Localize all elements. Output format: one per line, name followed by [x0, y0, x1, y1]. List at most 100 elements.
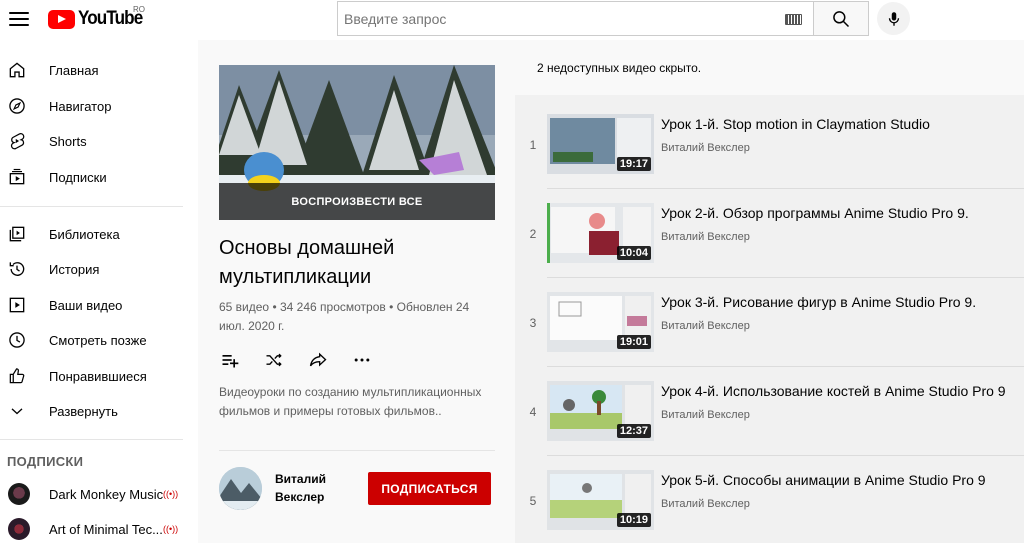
watch-later-icon [7, 330, 27, 350]
youtube-play-icon [48, 9, 75, 29]
home-icon [7, 60, 27, 80]
shorts-icon [7, 131, 27, 151]
sidebar-item-label: Shorts [49, 133, 87, 149]
video-duration: 19:17 [616, 157, 651, 171]
your-videos-icon [7, 295, 27, 315]
video-thumbnail[interactable]: 10:04 [547, 203, 654, 263]
live-indicator-icon: ((•)) [163, 524, 179, 534]
video-thumbnail[interactable]: 19:01 [547, 292, 654, 352]
channel-avatar [8, 518, 30, 540]
video-index: 3 [529, 316, 537, 330]
chevron-down-icon [7, 401, 27, 421]
video-title[interactable]: Урок 3-й. Рисование фигур в Anime Studio… [661, 294, 976, 310]
video-channel[interactable]: Виталий Векслер [661, 498, 750, 510]
more-options-icon[interactable] [351, 349, 373, 371]
sidebar-item-history[interactable]: История [0, 251, 198, 287]
subscription-name: Art of Minimal Tec... [49, 521, 163, 537]
hamburger-menu-icon[interactable] [8, 8, 30, 30]
playlist-title: Основы домашней мультипликации [219, 237, 395, 288]
sidebar-item-label: Ваши видео [49, 297, 123, 313]
add-to-playlist-icon[interactable] [219, 349, 241, 371]
sidebar-item-home[interactable]: Главная [0, 52, 198, 88]
sidebar-item-liked[interactable]: Понравившиеся [0, 358, 198, 394]
video-title[interactable]: Урок 4-й. Использование костей в Anime S… [661, 383, 1006, 399]
library-icon [7, 224, 27, 244]
owner-divider [219, 450, 495, 451]
subscription-name: Dark Monkey Music [49, 486, 164, 502]
owner-name[interactable]: Виталий Векслер [275, 470, 347, 506]
sidebar-item-label: Подписки [49, 169, 107, 185]
search-icon [833, 10, 850, 27]
history-icon [7, 259, 27, 279]
sidebar: Главная Навигатор Shorts Подписки Библио… [0, 40, 198, 543]
video-thumbnail[interactable]: 10:19 [547, 470, 654, 530]
sidebar-item-label: Библиотека [49, 226, 120, 242]
sidebar-subscription-item[interactable]: Dark Monkey Music ((•)) [0, 476, 198, 512]
video-channel[interactable]: Виталий Векслер [661, 231, 750, 243]
owner-avatar-image [219, 467, 262, 510]
play-all-button[interactable]: ВОСПРОИЗВЕСТИ ВСЕ [219, 183, 495, 220]
share-icon[interactable] [307, 349, 329, 371]
video-channel[interactable]: Виталий Векслер [661, 320, 750, 332]
playlist-info-panel: ВОСПРОИЗВЕСТИ ВСЕ Основы домашней мульти… [198, 40, 515, 543]
sidebar-item-library[interactable]: Библиотека [0, 216, 198, 252]
playlist-video-row[interactable]: 2 10:04 Урок 2-й. Обзор программы Anime … [515, 189, 1024, 278]
video-title[interactable]: Урок 5-й. Способы анимации в Anime Studi… [661, 472, 986, 488]
video-duration: 12:37 [616, 424, 651, 438]
top-bar: YouTube RO [0, 0, 1024, 40]
sidebar-item-label: Развернуть [49, 403, 118, 419]
sidebar-item-your-videos[interactable]: Ваши видео [0, 287, 198, 323]
playlist-video-row[interactable]: 3 19:01 Урок 3-й. Рисование фигур в Anim… [515, 278, 1024, 367]
playlist-stats: 65 видео • 34 246 просмотров • Обновлен … [219, 300, 470, 333]
video-thumbnail[interactable]: 12:37 [547, 381, 654, 441]
sidebar-item-label: История [49, 261, 100, 277]
sidebar-item-subscriptions[interactable]: Подписки [0, 159, 198, 195]
playlist-video-row[interactable]: 1 19:17 Урок 1-й. Stop motion in Claymat… [515, 100, 1024, 189]
search-button[interactable] [813, 1, 869, 36]
microphone-icon [888, 11, 899, 26]
keyboard-icon[interactable] [785, 14, 802, 25]
sidebar-item-expand[interactable]: Развернуть [0, 393, 198, 429]
video-title[interactable]: Урок 2-й. Обзор программы Anime Studio P… [661, 205, 969, 221]
thumbs-up-icon [7, 366, 27, 386]
channel-avatar [8, 483, 30, 505]
search-box [337, 1, 814, 36]
subscribe-button[interactable]: ПОДПИСАТЬСЯ [368, 472, 491, 505]
hidden-videos-note: 2 недоступных видео скрыто. [515, 40, 1024, 95]
region-code: RO [133, 5, 145, 14]
playlist-video-row[interactable]: 5 10:19 Урок 5-й. Способы анимации в Ani… [515, 456, 1024, 543]
video-channel[interactable]: Виталий Векслер [661, 142, 750, 154]
sidebar-item-shorts[interactable]: Shorts [0, 123, 198, 159]
video-duration: 10:04 [616, 246, 651, 260]
video-duration: 19:01 [616, 335, 651, 349]
subscriptions-icon [7, 167, 27, 187]
sidebar-divider [0, 439, 183, 440]
video-title[interactable]: Урок 1-й. Stop motion in Claymation Stud… [661, 116, 930, 132]
video-index: 2 [529, 227, 537, 241]
video-duration: 10:19 [616, 513, 651, 527]
subscriptions-heading: ПОДПИСКИ [7, 454, 84, 469]
sidebar-divider [0, 206, 183, 207]
playlist-video-row[interactable]: 4 12:37 Урок 4-й. Использование костей в… [515, 367, 1024, 456]
video-index: 1 [529, 138, 537, 152]
sidebar-item-explore[interactable]: Навигатор [0, 88, 198, 124]
owner-avatar[interactable] [219, 467, 262, 510]
sidebar-subscription-item[interactable]: Art of Minimal Tec... ((•)) [0, 511, 198, 543]
sidebar-item-label: Навигатор [49, 98, 112, 114]
sidebar-item-label: Главная [49, 62, 99, 78]
video-channel[interactable]: Виталий Векслер [661, 409, 750, 421]
playlist-actions [219, 349, 373, 371]
shuffle-icon[interactable] [263, 349, 285, 371]
playlist-description: Видеоуроки по созданию мультипликационны… [219, 385, 482, 418]
video-index: 5 [529, 494, 537, 508]
sidebar-item-label: Смотреть позже [49, 332, 147, 348]
video-index: 4 [529, 405, 537, 419]
compass-icon [7, 96, 27, 116]
playlist-thumbnail[interactable]: ВОСПРОИЗВЕСТИ ВСЕ [219, 65, 495, 220]
video-thumbnail[interactable]: 19:17 [547, 114, 654, 174]
search-input[interactable] [338, 2, 768, 35]
sidebar-item-watch-later[interactable]: Смотреть позже [0, 322, 198, 358]
voice-search-button[interactable] [877, 2, 910, 35]
playlist-video-list: 2 недоступных видео скрыто. 1 19:17 Урок… [515, 40, 1024, 543]
sidebar-item-label: Понравившиеся [49, 368, 147, 384]
